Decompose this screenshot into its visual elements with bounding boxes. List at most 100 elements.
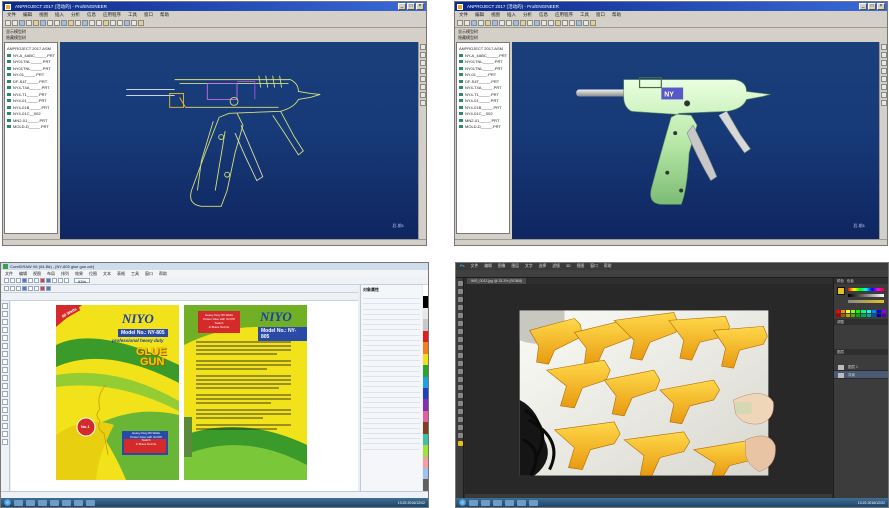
menu-window[interactable]: 窗口	[596, 11, 605, 19]
menu-view[interactable]: 视图	[491, 11, 500, 19]
path-select-icon[interactable]	[457, 409, 463, 414]
taskbar-app-icon[interactable]	[493, 499, 502, 506]
save-icon[interactable]	[471, 20, 477, 26]
zoom-out-icon[interactable]	[506, 20, 512, 26]
datum-axis-icon[interactable]	[103, 20, 109, 26]
measure-icon[interactable]	[583, 20, 589, 26]
dimension-tool-icon[interactable]	[2, 383, 8, 389]
menu-edit[interactable]: 编辑	[23, 11, 32, 19]
close-button[interactable]: ×	[416, 3, 424, 10]
menu-table[interactable]: 表格	[117, 270, 125, 277]
page-size-icon[interactable]	[4, 286, 9, 291]
start-button[interactable]	[459, 499, 466, 506]
outline-tool-icon[interactable]	[2, 415, 8, 421]
taskbar-app-icon[interactable]	[505, 499, 514, 506]
package-front-artwork[interactable]: 80 Watts NIYO Model No.: NY-805 professi…	[56, 305, 179, 480]
fill-tool-icon[interactable]	[2, 423, 8, 429]
hand-tool-icon[interactable]	[457, 425, 463, 430]
tree-item[interactable]: NY01TNL_____.PRT	[459, 59, 507, 66]
menu-help[interactable]: 帮助	[612, 11, 621, 19]
tree-item[interactable]: NY01TNL_____.PRT	[7, 59, 55, 66]
menu-info[interactable]: 信息	[87, 11, 96, 19]
regenerate-icon[interactable]	[576, 20, 582, 26]
taskbar-app-icon[interactable]	[529, 499, 538, 506]
tree-item[interactable]: ANPROJECT 2017.ASM	[7, 46, 55, 53]
hole-icon[interactable]	[420, 68, 426, 74]
freehand-tool-icon[interactable]	[2, 335, 8, 341]
open-icon[interactable]	[464, 20, 470, 26]
swatches-grid[interactable]	[834, 308, 888, 319]
eyedropper-icon[interactable]	[457, 321, 463, 326]
smart-fill-icon[interactable]	[2, 439, 8, 445]
help-icon[interactable]	[590, 20, 596, 26]
tree-item[interactable]: MOLD-D_____.PRT	[7, 124, 55, 131]
datum-point-icon[interactable]	[562, 20, 568, 26]
menu-window[interactable]: 窗口	[144, 11, 153, 19]
taskbar-app-icon[interactable]	[86, 499, 95, 506]
history-brush-icon[interactable]	[457, 353, 463, 358]
menu-applications[interactable]: 应用程序	[555, 11, 573, 19]
menu-analysis[interactable]: 分析	[523, 11, 532, 19]
shell-icon[interactable]	[420, 92, 426, 98]
taskbar-app-icon[interactable]	[62, 499, 71, 506]
interactive-fill-icon[interactable]	[2, 431, 8, 437]
save-icon[interactable]	[16, 278, 21, 283]
regenerate-icon[interactable]	[124, 20, 130, 26]
maximize-button[interactable]: □	[407, 3, 415, 10]
snap-icon[interactable]	[34, 286, 39, 291]
round-icon[interactable]	[881, 76, 887, 82]
print-icon[interactable]	[26, 20, 32, 26]
start-button[interactable]	[4, 499, 11, 506]
menu-view[interactable]: 视图	[577, 263, 585, 270]
undo-icon[interactable]	[485, 20, 491, 26]
landscape-icon[interactable]	[16, 286, 21, 291]
redo-icon[interactable]	[52, 278, 57, 283]
portrait-icon[interactable]	[10, 286, 15, 291]
tree-item[interactable]: NY4-T4A_____.PRT	[7, 85, 55, 92]
brush-tool-icon[interactable]	[457, 337, 463, 342]
wireframe-icon[interactable]	[527, 20, 533, 26]
menu-edit[interactable]: 编辑	[19, 270, 27, 277]
menu-3d[interactable]: 3D	[566, 263, 571, 270]
menu-select[interactable]: 选择	[539, 263, 547, 270]
datum-axis-icon[interactable]	[555, 20, 561, 26]
crop-tool-icon[interactable]	[457, 313, 463, 318]
help-icon[interactable]	[138, 20, 144, 26]
menu-help[interactable]: 帮助	[159, 270, 167, 277]
menu-edit[interactable]: 编辑	[475, 11, 484, 19]
menu-info[interactable]: 信息	[539, 11, 548, 19]
type-tool-icon[interactable]	[457, 401, 463, 406]
hide-tree-button[interactable]: 隐藏模型树	[458, 35, 884, 41]
menu-file[interactable]: 文件	[5, 270, 13, 277]
export-icon[interactable]	[64, 278, 69, 283]
table-tool-icon[interactable]	[2, 375, 8, 381]
menu-filter[interactable]: 滤镜	[552, 263, 560, 270]
guides-icon[interactable]	[40, 286, 45, 291]
minimize-button[interactable]: _	[859, 3, 867, 10]
chamfer-icon[interactable]	[420, 84, 426, 90]
wireframe-icon[interactable]	[75, 20, 81, 26]
revolve-icon[interactable]	[881, 60, 887, 66]
menu-layout[interactable]: 布局	[47, 270, 55, 277]
chamfer-icon[interactable]	[881, 84, 887, 90]
zoom-in-icon[interactable]	[47, 20, 53, 26]
open-icon[interactable]	[10, 278, 15, 283]
menu-window[interactable]: 窗口	[145, 270, 153, 277]
clone-stamp-icon[interactable]	[457, 345, 463, 350]
menu-help[interactable]: 帮助	[604, 263, 612, 270]
color-palette[interactable]	[423, 285, 428, 491]
zoom-tool-icon[interactable]	[457, 433, 463, 438]
options-icon[interactable]	[46, 286, 51, 291]
menu-file[interactable]: 文件	[459, 11, 468, 19]
minimize-button[interactable]: _	[398, 3, 406, 10]
shape-tool-icon[interactable]	[2, 311, 8, 317]
menu-view[interactable]: 视图	[39, 11, 48, 19]
drawing-canvas[interactable]: 80 Watts NIYO Model No.: NY-805 professi…	[11, 301, 358, 491]
redo-icon[interactable]	[492, 20, 498, 26]
menu-insert[interactable]: 插入	[55, 11, 64, 19]
menu-arrange[interactable]: 排列	[61, 270, 69, 277]
print-icon[interactable]	[22, 278, 27, 283]
menu-tools[interactable]: 工具	[131, 270, 139, 277]
document-canvas[interactable]	[465, 284, 832, 498]
fit-icon[interactable]	[61, 20, 67, 26]
